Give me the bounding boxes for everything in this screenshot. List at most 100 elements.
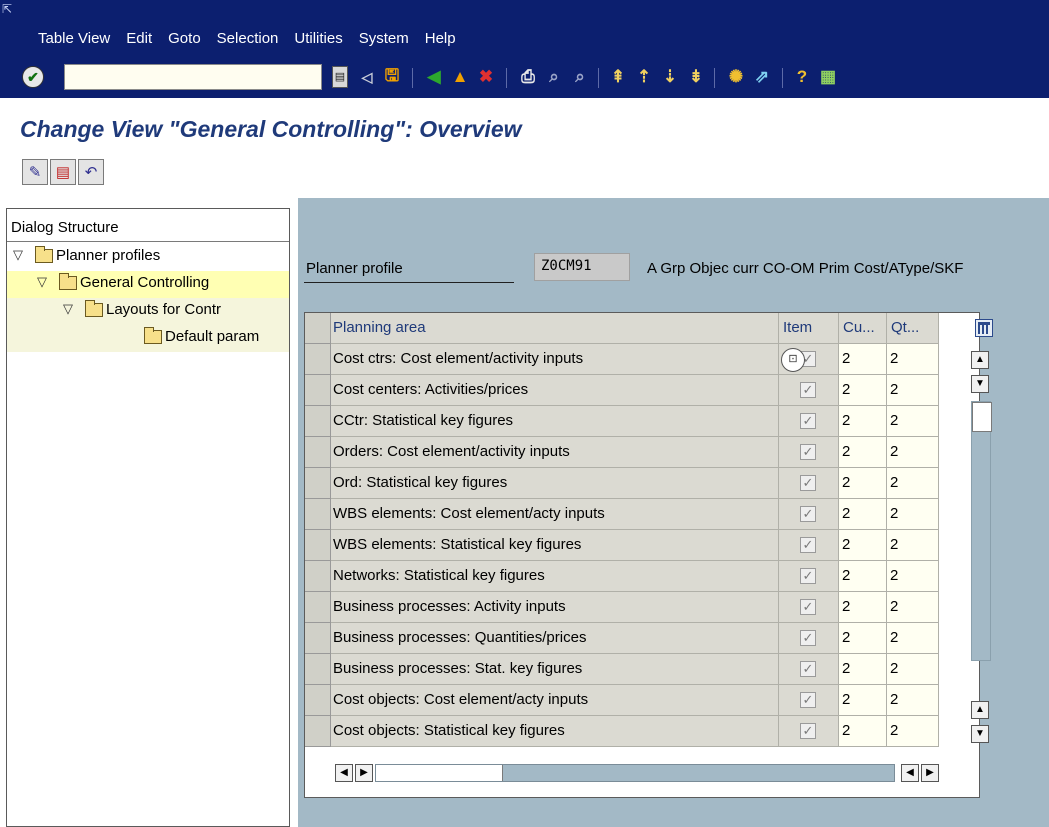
row-selector[interactable] <box>305 468 331 499</box>
print-icon[interactable]: ⎙ <box>516 64 540 90</box>
row-selector[interactable] <box>305 499 331 530</box>
tree-node-default-param[interactable]: Default param <box>7 325 289 352</box>
currency-cell[interactable]: 2 <box>839 437 887 468</box>
currency-cell[interactable]: 2 <box>839 685 887 716</box>
menu-item-help[interactable]: Help <box>425 30 456 50</box>
menu-item-edit[interactable]: Edit <box>126 30 152 50</box>
item-checkbox[interactable]: ✓ <box>800 661 816 677</box>
back-icon[interactable]: ◀ <box>422 64 446 90</box>
create-session-icon[interactable]: ✺ <box>724 64 748 90</box>
collapse-icon[interactable]: ◁ <box>355 64 379 90</box>
row-selector[interactable] <box>305 623 331 654</box>
item-checkbox[interactable]: ✓ <box>800 537 816 553</box>
currency-cell[interactable]: 2 <box>839 499 887 530</box>
scroll-left-icon[interactable]: ◀ <box>335 764 353 782</box>
page-down-icon[interactable]: ▲ <box>971 701 989 719</box>
vertical-scrollbar[interactable]: ▲ ▼ ▲ ▼ <box>969 313 992 797</box>
scroll-right-icon[interactable]: ▶ <box>921 764 939 782</box>
item-checkbox[interactable]: ✓ <box>800 413 816 429</box>
menu-item-system[interactable]: System <box>359 30 409 50</box>
row-selector[interactable] <box>305 530 331 561</box>
row-selector[interactable] <box>305 344 331 375</box>
currency-cell[interactable]: 2 <box>839 375 887 406</box>
page-up-icon[interactable]: ▼ <box>971 375 989 393</box>
expand-triangle-icon[interactable]: ▽ <box>37 274 47 290</box>
item-checkbox[interactable]: ✓ <box>800 382 816 398</box>
row-selector[interactable] <box>305 592 331 623</box>
scroll-up-icon[interactable]: ▲ <box>971 351 989 369</box>
find-next-icon[interactable]: ⌕ <box>568 64 592 90</box>
item-checkbox[interactable]: ✓ <box>800 568 816 584</box>
currency-cell[interactable]: 2 <box>839 623 887 654</box>
menu-item-table-view[interactable]: Table View <box>38 30 110 50</box>
currency-cell[interactable]: 2 <box>839 654 887 685</box>
column-header-planning-area[interactable]: Planning area <box>331 313 779 344</box>
help-icon[interactable]: ? <box>790 64 814 90</box>
scroll-track[interactable] <box>971 401 992 661</box>
undo-change-icon[interactable]: ↶ <box>78 159 104 185</box>
quantity-cell[interactable]: 2 <box>887 375 939 406</box>
row-selector[interactable] <box>305 375 331 406</box>
menu-item-utilities[interactable]: Utilities <box>294 30 342 50</box>
currency-cell[interactable]: 2 <box>839 344 887 375</box>
currency-cell[interactable]: 2 <box>839 592 887 623</box>
scroll-track[interactable] <box>375 764 895 782</box>
menu-item-selection[interactable]: Selection <box>217 30 279 50</box>
quantity-cell[interactable]: 2 <box>887 468 939 499</box>
currency-cell[interactable]: 2 <box>839 561 887 592</box>
command-history-icon[interactable]: ▤ <box>332 66 348 88</box>
new-entries-icon[interactable]: ▤ <box>50 159 76 185</box>
find-icon[interactable]: ⌕ <box>542 64 566 90</box>
item-checkbox[interactable]: ✓ <box>800 599 816 615</box>
enter-icon[interactable]: ✔ <box>22 66 44 88</box>
menu-item-goto[interactable]: Goto <box>168 30 201 50</box>
row-selector[interactable] <box>305 406 331 437</box>
quantity-cell[interactable]: 2 <box>887 592 939 623</box>
create-shortcut-icon[interactable]: ⇗ <box>750 64 774 90</box>
display-change-icon[interactable]: ✎ <box>22 159 48 185</box>
quantity-cell[interactable]: 2 <box>887 499 939 530</box>
expand-triangle-icon[interactable]: ▽ <box>13 247 23 263</box>
row-selector[interactable] <box>305 685 331 716</box>
currency-cell[interactable]: 2 <box>839 716 887 747</box>
column-header-cu[interactable]: Cu... <box>839 313 887 344</box>
exit-icon[interactable]: ▲ <box>448 64 472 90</box>
row-selector[interactable] <box>305 437 331 468</box>
row-selector[interactable] <box>305 716 331 747</box>
next-page-icon[interactable]: ⇣ <box>658 64 682 90</box>
quantity-cell[interactable]: 2 <box>887 530 939 561</box>
quantity-cell[interactable]: 2 <box>887 623 939 654</box>
select-all-button[interactable] <box>305 313 331 344</box>
horizontal-scrollbar[interactable]: ◀ ▶ ◀ ▶ <box>335 763 955 785</box>
cancel-icon[interactable]: ✖ <box>474 64 498 90</box>
item-checkbox[interactable]: ✓ <box>800 723 816 739</box>
window-menu-icon[interactable]: ⇱ <box>2 2 16 16</box>
item-checkbox[interactable]: ✓ <box>800 444 816 460</box>
item-checkbox[interactable]: ✓ <box>800 630 816 646</box>
save-icon[interactable]: 🖫 <box>380 64 404 90</box>
item-checkbox[interactable]: ✓ <box>800 506 816 522</box>
scroll-down-icon[interactable]: ▼ <box>971 725 989 743</box>
tree-node-layouts[interactable]: ▽ Layouts for Contr <box>7 298 289 325</box>
quantity-cell[interactable]: 2 <box>887 561 939 592</box>
expand-triangle-icon[interactable]: ▽ <box>63 301 73 317</box>
quantity-cell[interactable]: 2 <box>887 437 939 468</box>
scroll-right-icon[interactable]: ▶ <box>355 764 373 782</box>
quantity-cell[interactable]: 2 <box>887 406 939 437</box>
quantity-cell[interactable]: 2 <box>887 654 939 685</box>
quantity-cell[interactable]: 2 <box>887 344 939 375</box>
row-selector[interactable] <box>305 654 331 685</box>
currency-cell[interactable]: 2 <box>839 406 887 437</box>
tree-node-general-controlling[interactable]: ▽ General Controlling <box>7 271 289 298</box>
tree-node-planner-profiles[interactable]: ▽ Planner profiles <box>7 244 289 271</box>
layout-menu-icon[interactable]: ▦ <box>816 64 840 90</box>
column-header-qt[interactable]: Qt... <box>887 313 939 344</box>
quantity-cell[interactable]: 2 <box>887 685 939 716</box>
last-page-icon[interactable]: ⇟ <box>684 64 708 90</box>
command-field[interactable] <box>64 64 322 90</box>
column-header-item[interactable]: Item <box>779 313 839 344</box>
currency-cell[interactable]: 2 <box>839 530 887 561</box>
scroll-thumb[interactable] <box>376 765 503 781</box>
expand-icon[interactable]: ⊡ <box>781 348 805 372</box>
previous-page-icon[interactable]: ⇡ <box>632 64 656 90</box>
